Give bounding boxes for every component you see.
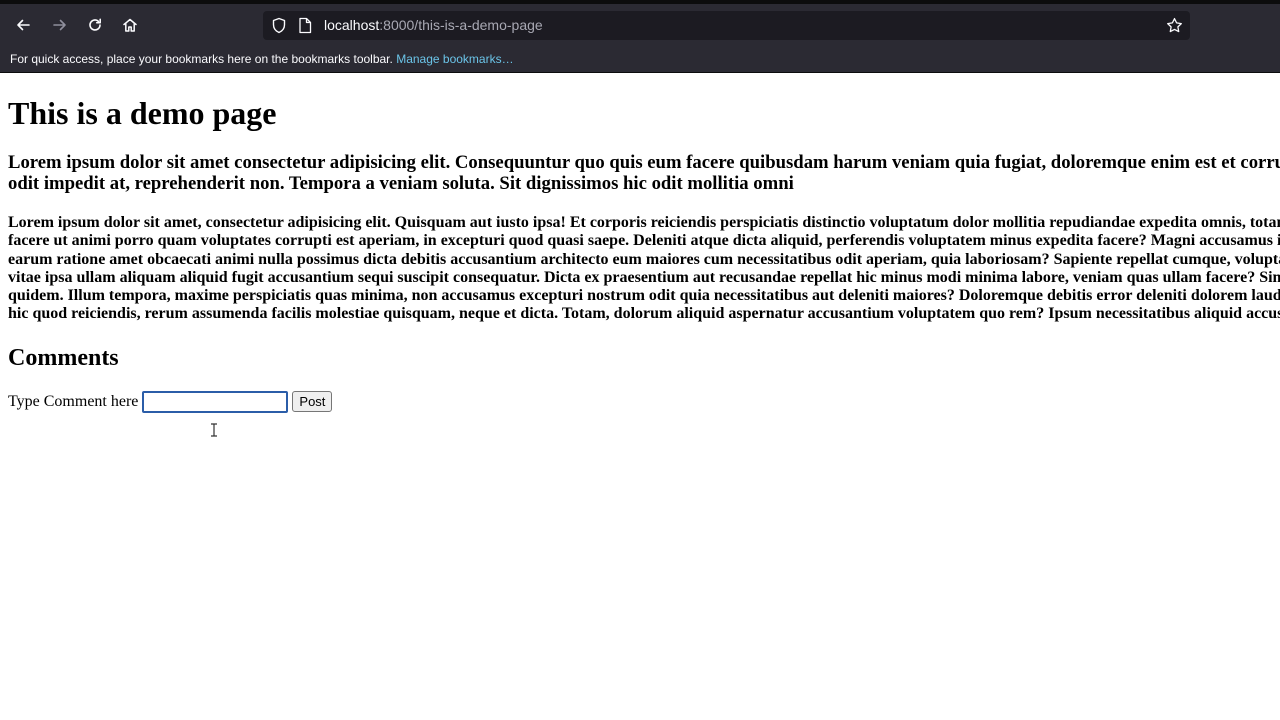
reload-icon [89,18,101,31]
home-button[interactable] [116,11,144,39]
url-path: :8000/this-is-a-demo-page [379,17,543,33]
post-button[interactable]: Post [292,391,333,413]
home-icon [123,18,137,32]
body-paragraph: Lorem ipsum dolor sit amet, consectetur … [8,214,1280,323]
bookmarks-message: For quick access, place your bookmarks h… [10,52,514,66]
text-cursor-icon [211,423,217,437]
bookmarks-toolbar: For quick access, place your bookmarks h… [0,46,1280,73]
forward-icon [53,19,66,31]
back-button[interactable] [9,11,37,39]
comment-form: Type Comment here Post [8,390,1280,413]
page-content: This is a demo page Lorem ipsum dolor si… [8,73,1280,413]
comment-input[interactable] [142,390,289,413]
forward-button[interactable] [46,11,74,39]
bookmarks-hint: For quick access, place your bookmarks h… [10,52,393,66]
comments-heading: Comments [8,344,119,371]
lead-paragraph: Lorem ipsum dolor sit amet consectetur a… [8,152,1280,194]
reload-button[interactable] [81,11,109,39]
star-icon[interactable] [1166,17,1183,34]
shield-icon[interactable] [271,17,287,34]
url-text[interactable]: localhost:8000/this-is-a-demo-page [324,17,543,34]
page-title: This is a demo page [8,95,277,131]
page-icon[interactable] [298,17,312,34]
browser-toolbar: localhost:8000/this-is-a-demo-page [0,4,1280,46]
manage-bookmarks-link[interactable]: Manage bookmarks… [396,52,513,66]
url-bar[interactable]: localhost:8000/this-is-a-demo-page [263,11,1190,40]
back-icon [17,19,30,31]
comment-label: Type Comment here [8,392,139,410]
url-host: localhost [324,17,380,33]
